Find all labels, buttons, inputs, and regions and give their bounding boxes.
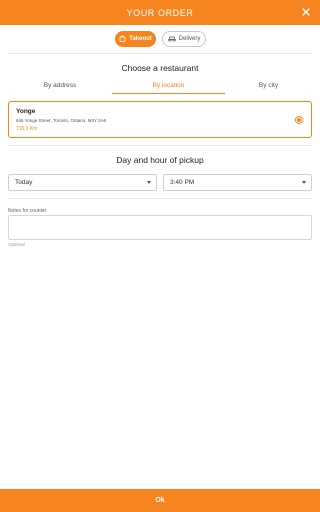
radio-selected-dot: [297, 118, 301, 122]
tab-by-address[interactable]: By address: [8, 77, 112, 94]
notes-label: Notes for counter: [8, 208, 47, 214]
restaurant-card[interactable]: Yonge 646 Yonge Street, Toronto, Ontario…: [8, 101, 312, 138]
app-header: YOUR ORDER: [0, 0, 320, 25]
notes-field-wrapper: [8, 215, 312, 240]
notes-input[interactable]: [9, 216, 311, 239]
tab-by-location[interactable]: By location: [112, 77, 225, 94]
shopping-bag-icon: [119, 35, 126, 44]
restaurant-name: Yonge: [16, 108, 36, 115]
takeout-button[interactable]: Takeout: [115, 31, 156, 47]
divider: [8, 53, 312, 54]
chevron-down-icon: [147, 181, 151, 184]
restaurant-address: 646 Yonge Street, Toronto, Ontario, M4Y …: [16, 118, 107, 123]
ok-button[interactable]: Ok: [0, 489, 320, 512]
divider: [8, 198, 312, 199]
divider: [8, 145, 312, 146]
tab-by-city[interactable]: By city: [225, 77, 312, 94]
delivery-car-icon: [167, 35, 176, 44]
chevron-down-icon: [302, 181, 306, 184]
order-mode-toggle: Takeout Delivery: [0, 31, 320, 47]
close-icon[interactable]: [300, 6, 312, 18]
restaurant-radio[interactable]: [295, 116, 303, 124]
delivery-label: Delivery: [178, 36, 201, 42]
page-title: YOUR ORDER: [126, 7, 194, 18]
choose-restaurant-title: Choose a restaurant: [121, 63, 199, 73]
restaurant-distance: 715.1 Km: [16, 126, 38, 132]
day-select[interactable]: Today: [8, 174, 157, 191]
restaurant-search-tabs: By address By location By city: [8, 77, 312, 94]
ok-label: Ok: [155, 497, 165, 504]
time-select-value: 3:40 PM: [170, 179, 195, 186]
day-select-value: Today: [15, 179, 33, 186]
delivery-button[interactable]: Delivery: [162, 31, 206, 47]
notes-hint: Optional: [8, 242, 25, 247]
pickup-title: Day and hour of pickup: [116, 155, 204, 165]
takeout-label: Takeout: [129, 36, 152, 42]
time-select[interactable]: 3:40 PM: [163, 174, 312, 191]
